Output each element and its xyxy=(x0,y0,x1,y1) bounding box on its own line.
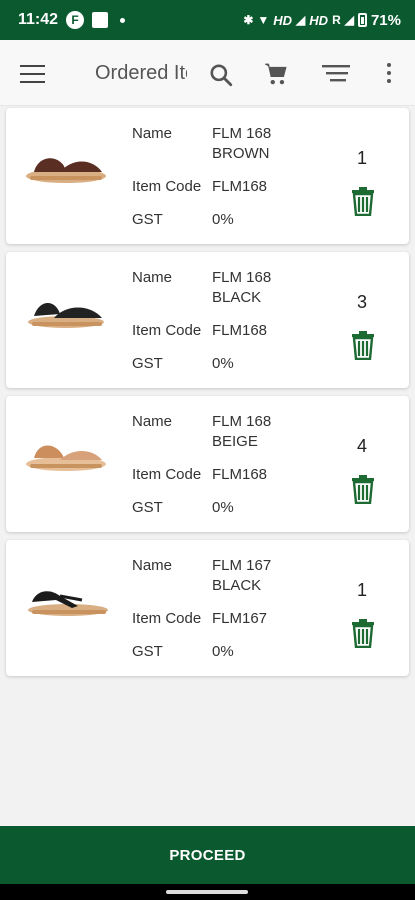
gst-label: GST xyxy=(132,211,163,228)
name-label: Name xyxy=(132,269,173,286)
order-item-card[interactable]: Name FLM 167 BLACK Item Code FLM167 GST … xyxy=(6,540,409,676)
name-label: Name xyxy=(132,557,173,574)
order-item-card[interactable]: Name FLM 168 BROWN Item Code FLM168 GST … xyxy=(6,108,409,244)
delete-icon[interactable] xyxy=(350,186,376,216)
battery-percent: 71% xyxy=(370,11,401,29)
item-quantity: 3 xyxy=(356,292,367,312)
gst-label: GST xyxy=(132,643,163,660)
item-quantity: 4 xyxy=(356,436,367,456)
gst-value: 0% xyxy=(212,643,234,660)
item-name: FLM 167 BLACK xyxy=(212,557,272,594)
signal-icon-1: ◢ xyxy=(296,13,306,27)
battery-icon xyxy=(357,13,367,27)
status-left: 11:42 F xyxy=(18,11,126,29)
item-code: FLM167 xyxy=(212,610,268,627)
status-time: 11:42 xyxy=(18,11,59,28)
system-nav-bar xyxy=(0,884,415,900)
status-right: ✱ ▼ HD ◢ HD R ◢ 71% xyxy=(243,12,401,29)
item-code-label: Item Code xyxy=(132,322,202,339)
item-code: FLM168 xyxy=(212,322,268,339)
item-code-label: Item Code xyxy=(132,178,202,195)
item-code-label: Item Code xyxy=(132,610,202,627)
cart-icon[interactable] xyxy=(262,61,290,87)
home-handle[interactable] xyxy=(166,890,248,894)
gst-label: GST xyxy=(132,355,163,372)
sandal-image xyxy=(28,303,104,328)
delete-icon[interactable] xyxy=(350,330,376,360)
roaming-icon: R xyxy=(332,13,341,27)
item-name: FLM 168 BLACK xyxy=(212,269,272,306)
name-label: Name xyxy=(132,413,173,430)
item-quantity: 1 xyxy=(356,580,367,600)
status-bar: 11:42 F ✱ ▼ HD ◢ HD R ◢ 71% xyxy=(0,0,415,40)
notification-f-icon: F xyxy=(66,11,85,29)
hd-indicator-1: HD xyxy=(273,12,293,28)
delete-icon[interactable] xyxy=(350,474,376,504)
sandal-image xyxy=(26,158,106,183)
name-label: Name xyxy=(132,125,173,142)
notification-square-icon xyxy=(92,12,109,28)
gst-label: GST xyxy=(132,499,163,516)
bluetooth-icon: ✱ xyxy=(243,13,254,27)
sort-icon[interactable] xyxy=(322,63,352,83)
wifi-icon: ▼ xyxy=(257,13,270,27)
item-code-label: Item Code xyxy=(132,466,202,483)
item-code: FLM168 xyxy=(212,466,268,483)
item-quantity: 1 xyxy=(356,148,367,168)
sandal-image xyxy=(28,591,108,616)
order-item-card[interactable]: Name FLM 168 BEIGE Item Code FLM168 GST … xyxy=(6,396,409,532)
search-icon[interactable] xyxy=(208,62,234,88)
notification-dot-icon xyxy=(120,17,126,23)
page-title: Ordered Ite xyxy=(95,62,187,84)
signal-icon-2: ◢ xyxy=(344,13,354,27)
item-code: FLM168 xyxy=(212,178,268,195)
delete-icon[interactable] xyxy=(350,618,376,648)
sandal-image xyxy=(26,445,106,471)
order-item-card[interactable]: Name FLM 168 BLACK Item Code FLM168 GST … xyxy=(6,252,409,388)
item-name: FLM 168 BROWN xyxy=(212,125,272,162)
gst-value: 0% xyxy=(212,211,234,228)
more-options-icon[interactable] xyxy=(384,62,394,84)
item-name: FLM 168 BEIGE xyxy=(212,413,272,450)
gst-value: 0% xyxy=(212,499,234,516)
hd-indicator-2: HD xyxy=(309,12,329,28)
gst-value: 0% xyxy=(212,355,234,372)
menu-icon[interactable] xyxy=(20,65,45,83)
proceed-button[interactable]: PROCEED xyxy=(0,826,415,884)
